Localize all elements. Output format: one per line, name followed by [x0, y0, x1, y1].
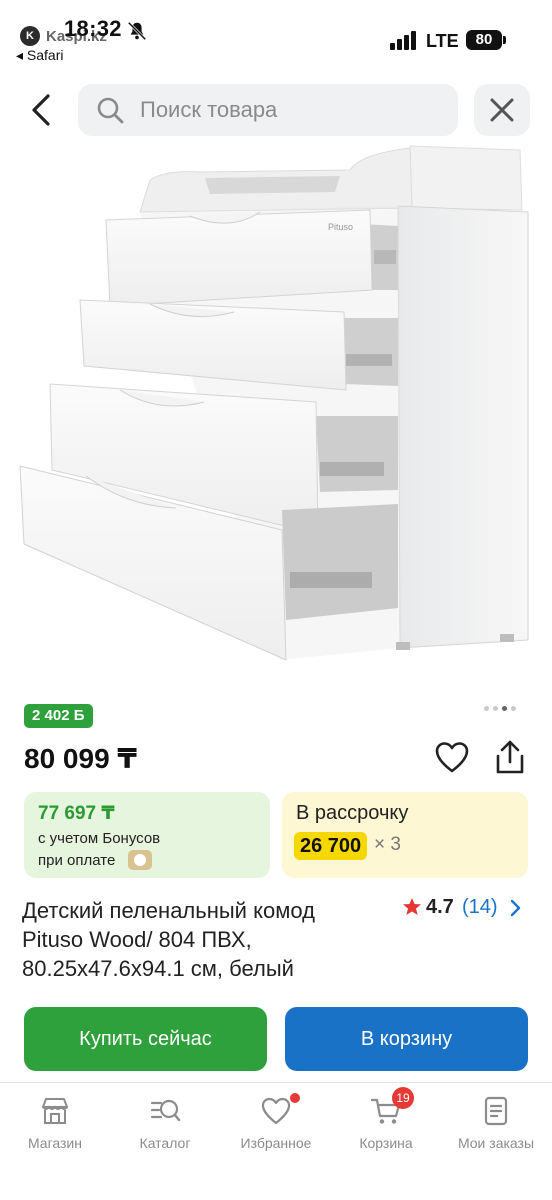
tab-cart[interactable]: 19 Корзина [336, 1087, 436, 1155]
tab-my-orders[interactable]: Мои заказы [446, 1095, 546, 1155]
installment-title: В рассрочку [296, 802, 409, 824]
tab-label: Каталог [139, 1135, 191, 1151]
product-page: K Kaspi.kz 18:32 ◂ Safari LTE 80 Поиск т… [0, 0, 552, 1200]
bonus-price-caption-2: при оплате [38, 852, 116, 869]
back-to-safari-link[interactable]: ◂ Safari [16, 47, 64, 64]
status-time: 18:32 [64, 16, 122, 41]
buy-now-button[interactable]: Купить сейчас [24, 1007, 267, 1071]
search-field[interactable] [78, 84, 458, 136]
shop-icon [42, 1098, 68, 1124]
brand-engraving: Pituso [328, 222, 353, 232]
battery-icon: 80 [466, 30, 506, 50]
favorites-notification-dot [290, 1093, 300, 1103]
product-title: Детский пеленальный комод Pituso Wood/ 8… [22, 898, 315, 981]
bell-off-icon [127, 21, 147, 41]
product-price: 80 099 ₸ [24, 743, 137, 774]
rating-value: 4.7 [426, 896, 454, 918]
bonus-price: 77 697 ₸ [38, 803, 115, 824]
back-arrow-icon[interactable] [22, 88, 62, 132]
product-image[interactable]: Pituso [0, 140, 552, 690]
search-input[interactable] [140, 94, 440, 126]
star-icon [403, 898, 421, 915]
bonus-points-badge: 2 402 Б [24, 704, 93, 728]
add-to-cart-button[interactable]: В корзину [285, 1007, 528, 1071]
tab-label: Магазин [27, 1135, 82, 1151]
bonus-price-card[interactable]: 77 697 ₸ с учетом Бонусов при оплате [24, 792, 270, 878]
status-bar: K Kaspi.kz 18:32 ◂ Safari LTE 80 [0, 0, 552, 70]
tab-catalog[interactable]: Каталог [115, 1095, 215, 1155]
bottom-tab-bar: Магазин Каталог Избранное 19 Корзина Мои… [0, 1082, 552, 1200]
image-pager[interactable] [484, 706, 524, 714]
reviews-count[interactable]: (14) [462, 896, 498, 919]
catalog-icon [150, 1099, 181, 1122]
installment-monthly-amount: 26 700 [294, 832, 368, 860]
search-icon [97, 97, 124, 124]
close-icon [490, 98, 514, 122]
share-icon[interactable] [492, 738, 528, 776]
tab-label: Мои заказы [457, 1135, 535, 1151]
cart-count-badge: 19 [392, 1087, 414, 1109]
kaspi-logo-icon: K [20, 26, 40, 46]
favorite-heart-icon[interactable] [434, 740, 470, 776]
kaspi-pay-icon [128, 850, 152, 870]
tab-label: Избранное [240, 1135, 312, 1151]
tab-favorites[interactable]: Избранное [226, 1093, 326, 1155]
chevron-right-icon [510, 899, 521, 917]
orders-icon [484, 1096, 508, 1126]
bonus-price-caption: с учетом Бонусов [38, 830, 161, 847]
installment-multiplier: × 3 [374, 834, 401, 855]
tab-label: Корзина [359, 1135, 413, 1151]
heart-icon [261, 1097, 291, 1125]
network-type: LTE [426, 31, 459, 51]
signal-icon [390, 30, 418, 50]
tab-shop[interactable]: Магазин [5, 1095, 105, 1155]
close-button[interactable] [474, 84, 530, 136]
installment-card[interactable]: В рассрочку 26 700 × 3 [282, 792, 528, 878]
